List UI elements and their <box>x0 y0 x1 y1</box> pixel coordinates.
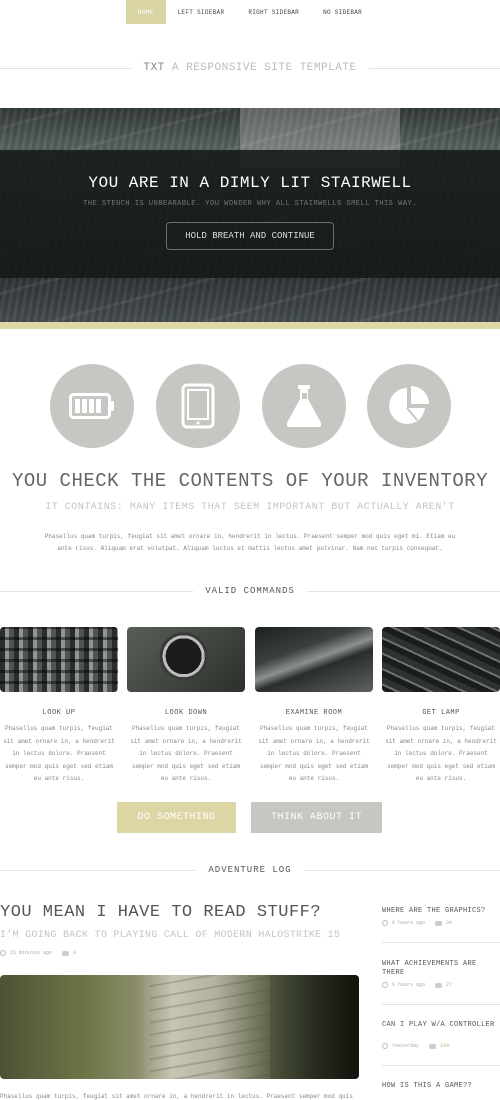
command-card-look-down: LOOK DOWN Phasellus quam turpis, feugiat… <box>127 627 245 786</box>
command-card-examine-room: EXAMINE ROOM Phasellus quam turpis, feug… <box>255 627 373 786</box>
log-heading: ADVENTURE LOG <box>208 865 292 875</box>
post-comment-count[interactable]: 8 <box>73 950 76 956</box>
post-paragraph: Phasellus quam turpis, feugiat sit amet … <box>0 1093 353 1100</box>
card-image[interactable] <box>382 627 500 692</box>
post-image-shade <box>270 975 359 1079</box>
divider <box>0 869 197 871</box>
card-title[interactable]: EXAMINE ROOM <box>255 709 373 717</box>
clock-icon <box>382 1043 388 1049</box>
nav-item-no-sidebar[interactable]: NO SIDEBAR <box>311 0 374 24</box>
inventory-title: YOU CHECK THE CONTENTS OF YOUR INVENTORY <box>11 470 489 492</box>
top-nav: HOME LEFT SIDEBAR RIGHT SIDEBAR NO SIDEB… <box>0 0 500 26</box>
nav-item-left-sidebar[interactable]: LEFT SIDEBAR <box>166 0 237 24</box>
card-text: Phasellus quam turpis, feugiat sit amet … <box>385 725 497 782</box>
command-card-get-lamp: GET LAMP Phasellus quam turpis, feugiat … <box>382 627 500 786</box>
sidebar-post-title[interactable]: WHAT ACHIEVEMENTS ARE THERE <box>382 960 500 978</box>
log-heading-bar: ADVENTURE LOG <box>0 865 500 875</box>
sidebar-post-meta: 6 hours ago 34 <box>382 920 452 926</box>
comment-icon <box>429 1043 437 1049</box>
sidebar-post-comments[interactable]: 184 <box>440 1043 449 1049</box>
card-image[interactable] <box>127 627 245 692</box>
command-card-look-up: LOOK UP Phasellus quam turpis, feugiat s… <box>0 627 118 786</box>
site-title-bar: TXT A RESPONSIVE SITE TEMPLATE <box>0 62 500 74</box>
clock-icon <box>382 982 388 988</box>
post-subtitle: I'M GOING BACK TO PLAYING CALL OF MODERN… <box>0 930 341 941</box>
site-name: TXT <box>143 62 165 74</box>
clock-icon <box>0 950 6 956</box>
post-time: 15 minutes ago <box>10 950 53 956</box>
sidebar-post: HOW IS THIS A GAME?? <box>382 1082 500 1091</box>
clock-icon <box>382 920 388 926</box>
card-text: Phasellus quam turpis, feugiat sit amet … <box>258 725 370 782</box>
divider <box>303 869 500 871</box>
post-title[interactable]: YOU MEAN I HAVE TO READ STUFF? <box>0 903 321 922</box>
post-meta: 15 minutes ago 8 <box>0 950 76 956</box>
flask-icon <box>262 364 346 448</box>
sidebar-post-title[interactable]: HOW IS THIS A GAME?? <box>382 1082 500 1091</box>
divider <box>368 67 500 69</box>
inventory-subtitle: IT CONTAINS: MANY ITEMS THAT SEEM IMPORT… <box>45 502 455 513</box>
sidebar-post-title[interactable]: CAN I PLAY W/A CONTROLLER <box>382 1021 500 1030</box>
site-title[interactable]: TXT A RESPONSIVE SITE TEMPLATE <box>131 62 368 74</box>
hero-overlay: YOU ARE IN A DIMLY LIT STAIRWELL THE STE… <box>0 150 500 278</box>
site-tagline: A RESPONSIVE SITE TEMPLATE <box>171 62 357 74</box>
think-about-it-button[interactable]: THINK ABOUT IT <box>251 802 382 833</box>
sidebar-post-meta: Yesterday 184 <box>382 1043 449 1049</box>
hero-subtitle: THE STENCH IS UNBEARABLE. YOU WONDER WHY… <box>83 200 417 208</box>
sidebar-post-title[interactable]: WHERE ARE THE GRAPHICS? <box>382 907 500 916</box>
sidebar-post: WHAT ACHIEVEMENTS ARE THERE 9 hours ago … <box>382 960 500 1005</box>
card-text: Phasellus quam turpis, feugiat sit amet … <box>130 725 242 782</box>
card-image[interactable] <box>255 627 373 692</box>
inventory-paragraph: Phasellus quam turpis, feugiat sit amet … <box>44 533 456 552</box>
divider <box>306 590 500 592</box>
divider <box>382 1004 500 1005</box>
card-text: Phasellus quam turpis, feugiat sit amet … <box>3 725 115 782</box>
commands-heading: VALID COMMANDS <box>205 586 295 596</box>
hold-breath-button[interactable]: HOLD BREATH AND CONTINUE <box>166 222 334 250</box>
comment-icon <box>435 982 443 988</box>
post-image-path <box>150 975 270 1079</box>
commands-heading-bar: VALID COMMANDS <box>0 586 500 596</box>
do-something-button[interactable]: DO SOMETHING <box>117 802 236 833</box>
sidebar-post-meta: 9 hours ago 27 <box>382 982 452 988</box>
sidebar-post: CAN I PLAY W/A CONTROLLER Yesterday 184 <box>382 1021 500 1066</box>
battery-icon <box>50 364 134 448</box>
divider <box>382 1065 500 1066</box>
divider <box>382 942 500 943</box>
card-image[interactable] <box>0 627 118 692</box>
nav-item-home[interactable]: HOME <box>125 0 166 24</box>
divider <box>0 67 132 69</box>
hero-accent-bar <box>0 322 500 329</box>
hero-banner: YOU ARE IN A DIMLY LIT STAIRWELL THE STE… <box>0 108 500 322</box>
hero-title: YOU ARE IN A DIMLY LIT STAIRWELL <box>88 174 412 192</box>
comment-icon <box>62 950 70 956</box>
nav-item-right-sidebar[interactable]: RIGHT SIDEBAR <box>236 0 311 24</box>
pie-chart-icon <box>367 364 451 448</box>
card-title[interactable]: LOOK UP <box>0 709 118 717</box>
sidebar-post-comments[interactable]: 27 <box>446 982 452 988</box>
comment-icon <box>435 920 443 926</box>
card-title[interactable]: GET LAMP <box>382 709 500 717</box>
divider <box>0 590 194 592</box>
sidebar-post-comments[interactable]: 34 <box>446 920 452 926</box>
sidebar-post: WHERE ARE THE GRAPHICS? 6 hours ago 34 <box>382 907 500 943</box>
sidebar-post-time: 6 hours ago <box>392 920 426 926</box>
feature-icons <box>0 364 500 448</box>
card-title[interactable]: LOOK DOWN <box>127 709 245 717</box>
sidebar-post-time: Yesterday <box>392 1043 420 1049</box>
sidebar-post-time: 9 hours ago <box>392 982 426 988</box>
tablet-icon <box>156 364 240 448</box>
post-image[interactable] <box>0 975 359 1079</box>
